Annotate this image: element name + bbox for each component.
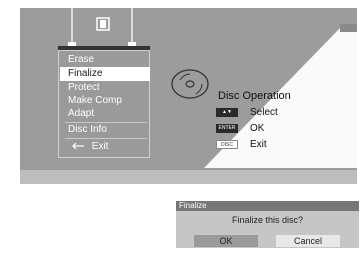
hint-label: Exit	[250, 139, 267, 150]
ok-button[interactable]: OK	[194, 235, 258, 247]
banner-clip-right	[128, 42, 136, 46]
menu-item-protect[interactable]: Protect	[65, 81, 149, 95]
updown-key-icon: ▲▼	[216, 108, 238, 117]
disc-key-icon: DISC	[216, 140, 238, 149]
exit-label: Exit	[91, 141, 109, 152]
disc-icon	[171, 69, 209, 99]
enter-key-icon: ENTER	[216, 124, 238, 133]
dialog-message: Finalize this disc?	[231, 215, 304, 225]
dialog-title: Finalize	[176, 201, 359, 211]
screen-bottom-band	[20, 170, 357, 184]
menu-item-erase[interactable]: Erase	[65, 53, 149, 67]
banner-clip-left	[68, 42, 76, 46]
menu-item-adapt[interactable]: Adapt	[65, 107, 149, 121]
menu-item-disc-info[interactable]: Disc Info	[65, 123, 149, 137]
back-arrow-icon	[72, 142, 84, 150]
hint-label: Select	[250, 107, 278, 118]
menu-item-exit[interactable]: Exit	[65, 140, 149, 154]
menu-item-finalize[interactable]: Finalize	[60, 67, 150, 81]
menu-separator	[65, 138, 147, 139]
finalize-dialog: Finalize Finalize this disc? OK Cancel	[176, 201, 359, 248]
spotlight-lamp-icon	[340, 24, 357, 32]
cancel-button[interactable]: Cancel	[276, 235, 340, 247]
disc-operation-menu: Erase Finalize Protect Make Comp Adapt D…	[58, 50, 150, 158]
hint-label: OK	[250, 123, 265, 134]
osd-screen: Erase Finalize Protect Make Comp Adapt D…	[20, 8, 357, 184]
disc-operation-title: Disc Operation	[218, 90, 291, 102]
menu-item-make-comp[interactable]: Make Comp	[65, 94, 149, 108]
